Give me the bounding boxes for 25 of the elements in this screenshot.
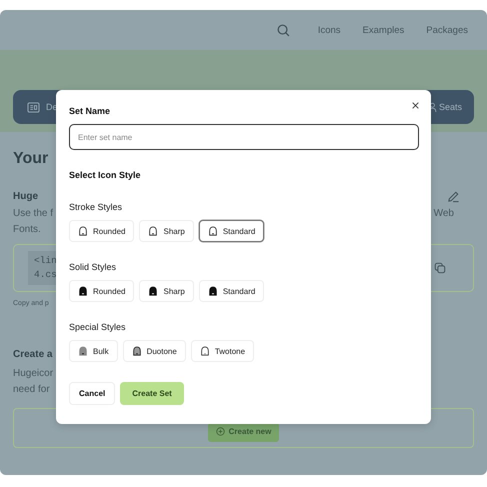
toolbar-label[interactable]: Seats — [438, 102, 462, 112]
description-text: Use the f — [13, 207, 54, 221]
style-option[interactable]: Standard — [198, 220, 264, 242]
style-option[interactable]: Rounded — [69, 280, 134, 302]
field-label: Set Name — [69, 106, 112, 116]
section-heading: Create a — [13, 349, 52, 360]
group-title: Solid Styles — [69, 262, 118, 272]
style-option[interactable]: Sharp — [139, 280, 194, 302]
description-text: Web — [434, 207, 454, 221]
style-option[interactable]: Standard — [198, 280, 264, 302]
style-option[interactable]: Bulk — [69, 340, 118, 362]
section-heading: Select Icon Style — [69, 170, 142, 180]
set-name-field[interactable]: Enter set name — [69, 124, 419, 150]
style-option[interactable]: Rounded — [69, 220, 134, 242]
group-title: Stroke Styles — [69, 202, 124, 212]
cancel-button[interactable]: Cancel — [69, 382, 116, 405]
style-option[interactable]: Sharp — [139, 220, 194, 242]
description-text: Hugeicor need for — [13, 367, 54, 397]
create-set-button[interactable]: Create Set — [120, 382, 184, 405]
section-heading: Your — [13, 150, 48, 168]
style-option[interactable]: Twotone — [190, 340, 254, 362]
group-title: Special Styles — [69, 322, 127, 332]
set-title: Huge — [13, 191, 38, 202]
style-option[interactable]: Duotone — [122, 340, 186, 362]
description-text: Fonts. — [13, 223, 41, 237]
